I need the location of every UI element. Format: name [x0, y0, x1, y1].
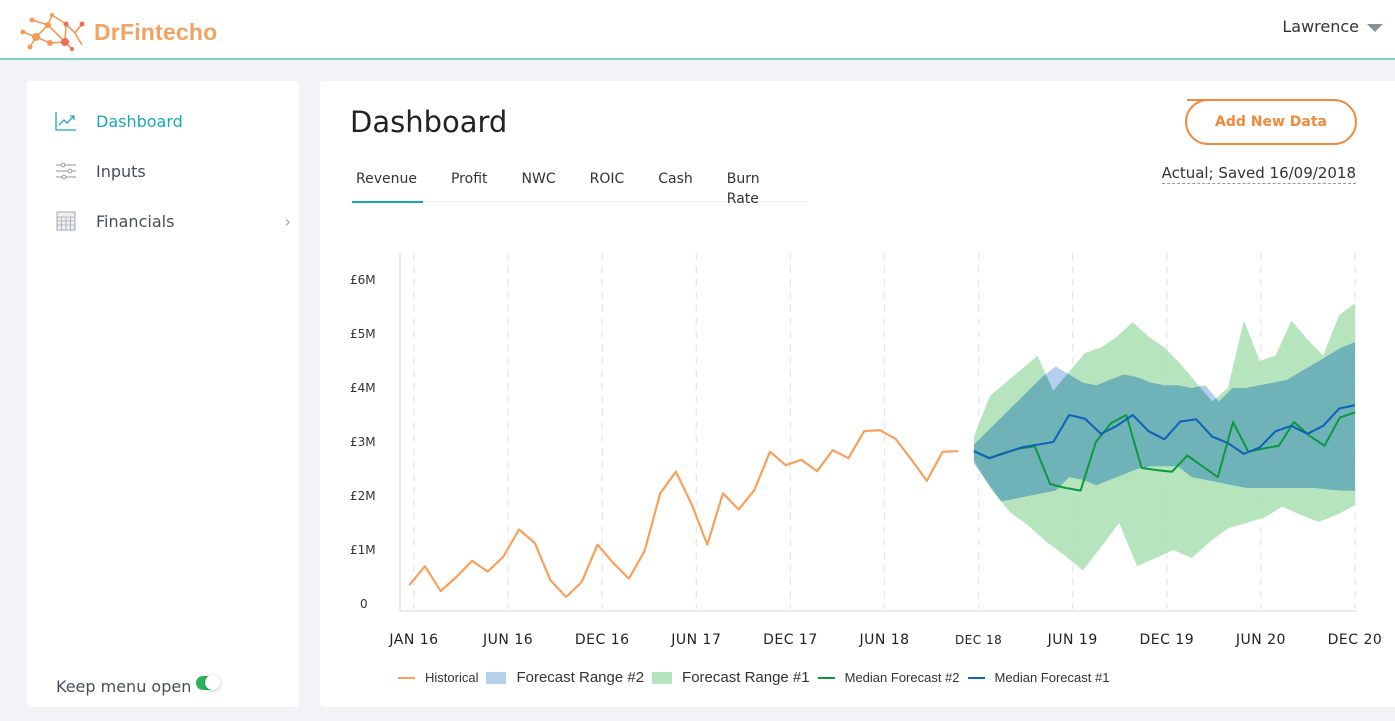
- x-tick-label: DEC 18: [955, 633, 1002, 647]
- x-tick-label: JUN 20: [1235, 632, 1286, 648]
- chart-legend: Historical Forecast Range #2 Forecast Ra…: [398, 669, 1117, 686]
- line-chart-icon: [55, 111, 77, 131]
- legend-label: Median Forecast #1: [994, 670, 1110, 685]
- legend-forecast-range-1[interactable]: Forecast Range #1: [652, 669, 810, 686]
- legend-label: Forecast Range #1: [682, 669, 810, 686]
- sidebar-item-dashboard[interactable]: Dashboard: [55, 111, 291, 131]
- x-tick-label: JUN 16: [482, 632, 533, 648]
- legend-historical[interactable]: Historical: [398, 670, 478, 685]
- y-tick-label: 0: [360, 597, 368, 611]
- keep-menu-label: Keep menu open: [56, 677, 192, 696]
- legend-label: Median Forecast #2: [844, 670, 960, 685]
- x-tick-label: DEC 16: [575, 632, 630, 648]
- legend-swatch: [967, 676, 985, 679]
- x-tick-label: JUN 19: [1047, 632, 1098, 648]
- network-logo-icon: [20, 13, 85, 51]
- y-tick-label: £1M: [350, 543, 376, 557]
- chevron-down-icon: [1367, 24, 1383, 32]
- y-tick-label: £3M: [350, 435, 376, 449]
- legend-swatch: [486, 671, 507, 684]
- chevron-right-icon: ›: [284, 211, 291, 231]
- legend-swatch: [817, 676, 835, 679]
- sliders-icon: [55, 161, 77, 181]
- spreadsheet-icon: [55, 211, 77, 231]
- x-tick-label: DEC 19: [1139, 632, 1194, 648]
- keep-menu-open: Keep menu open: [56, 674, 221, 696]
- brand-logo[interactable]: DrFintecho: [20, 12, 217, 52]
- sidebar-item-inputs[interactable]: Inputs: [55, 161, 291, 181]
- main-panel: Dashboard Add New Data Actual; Saved 16/…: [320, 81, 1395, 707]
- sidebar: Dashboard Inputs Financials › Keep menu …: [27, 81, 299, 707]
- sidebar-item-label: Financials: [96, 211, 175, 231]
- top-bar: DrFintecho Lawrence: [0, 0, 1395, 60]
- sidebar-item-label: Inputs: [96, 161, 146, 181]
- historical-line: [408, 429, 959, 599]
- legend-label: Historical: [425, 670, 479, 685]
- legend-label: Forecast Range #2: [516, 669, 645, 686]
- x-tick-label: JUN 17: [670, 632, 721, 648]
- legend-median-forecast-2[interactable]: Median Forecast #2: [817, 670, 960, 685]
- brand-name: DrFintecho: [94, 18, 218, 45]
- legend-swatch: [652, 671, 673, 684]
- x-tick-label: JUN 18: [858, 632, 909, 648]
- sidebar-item-financials[interactable]: Financials ›: [55, 211, 291, 231]
- y-tick-label: £5M: [350, 327, 376, 341]
- user-menu[interactable]: Lawrence: [1282, 17, 1383, 36]
- revenue-chart: 0 £1M £2M £3M £4M £5M £6M JAN 16 JUN 16 DEC 16 JU…: [350, 253, 1383, 648]
- y-tick-label: £2M: [350, 489, 376, 503]
- sidebar-item-label: Dashboard: [96, 111, 183, 131]
- keep-menu-toggle[interactable]: [196, 674, 221, 690]
- legend-median-forecast-1[interactable]: Median Forecast #1: [967, 670, 1110, 685]
- x-tick-label: DEC 20: [1328, 632, 1383, 648]
- y-tick-label: £6M: [350, 273, 376, 287]
- y-tick-label: £4M: [350, 381, 376, 395]
- legend-swatch: [398, 676, 415, 679]
- toggle-knob: [205, 674, 221, 690]
- x-tick-label: JAN 16: [388, 632, 438, 648]
- user-name: Lawrence: [1282, 17, 1359, 36]
- legend-forecast-range-2[interactable]: Forecast Range #2: [486, 669, 644, 686]
- x-tick-label: DEC 17: [763, 632, 818, 648]
